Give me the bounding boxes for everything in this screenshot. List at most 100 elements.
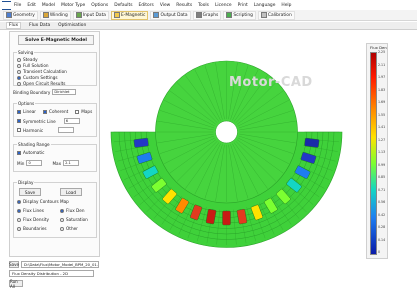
- display-radio[interactable]: [17, 199, 21, 204]
- toolbar-button-scripting[interactable]: Scripting: [223, 10, 256, 20]
- min-input[interactable]: 0: [26, 160, 43, 166]
- binding-boundary-label: Binding Boundary: [13, 89, 51, 95]
- menu-item-view[interactable]: View: [160, 3, 170, 8]
- option-checkbox-coherent[interactable]: [43, 109, 48, 114]
- toolbar-button-output-data[interactable]: Output Data: [150, 10, 191, 20]
- menu-item-help[interactable]: Help: [281, 3, 291, 8]
- map-label: Map: [60, 199, 69, 204]
- symmetric-line-checkbox[interactable]: [17, 119, 21, 123]
- menu-item-edit[interactable]: Edit: [27, 3, 36, 8]
- map-option-0: Flux Den: [60, 208, 85, 213]
- harmonic-checkbox[interactable]: [17, 128, 21, 132]
- scale-tick-label: 0.71: [378, 187, 386, 192]
- menu-item-licence[interactable]: Licence: [215, 3, 232, 8]
- motor-cad-watermark: Motor-CAD: [229, 75, 313, 90]
- scale-tick-label: 0: [378, 250, 381, 254]
- toolbar-label: Scripting: [233, 12, 253, 18]
- max-input[interactable]: 2.1: [63, 160, 80, 166]
- toolbar-button-input-data[interactable]: Input Data: [72, 10, 109, 20]
- scale-tick-label: 1.69: [378, 100, 386, 104]
- display-option-1: Flux Lines: [17, 208, 44, 213]
- motor-cross-section: [110, 60, 343, 248]
- toolbar-icon: [260, 12, 267, 18]
- display-load-button[interactable]: Load: [60, 188, 82, 196]
- solve-model-button[interactable]: Solve E-Magnetic Model: [18, 35, 94, 45]
- scale-gradient-bar: [370, 52, 377, 255]
- menu-item-options[interactable]: Options: [91, 3, 108, 8]
- toolbar-button-calibration[interactable]: Calibration: [257, 10, 295, 20]
- symmetric-line-input[interactable]: 6: [63, 118, 80, 124]
- display-radio[interactable]: [17, 226, 21, 231]
- map-radio[interactable]: [60, 208, 64, 213]
- toolbar-label: Graphs: [202, 12, 219, 18]
- solving-group-label: Solving: [17, 50, 35, 55]
- menu-item-file[interactable]: File: [14, 3, 21, 8]
- toolbar-button-graphs[interactable]: Graphs: [192, 10, 222, 20]
- toolbar-button-winding[interactable]: Winding: [39, 10, 71, 20]
- solving-radio[interactable]: [17, 57, 21, 62]
- scale-tick-label: 1.83: [378, 87, 386, 92]
- menu-item-editors[interactable]: Editors: [139, 3, 154, 8]
- display-option-label: Flux Lines: [23, 208, 44, 213]
- display-radio[interactable]: [17, 208, 21, 213]
- tab-label: Flux Data: [29, 23, 51, 28]
- harmonic-input[interactable]: [58, 127, 75, 133]
- solving-radio[interactable]: [17, 69, 21, 74]
- display-mode-select[interactable]: Flux Density Distribution - 2D: [9, 270, 94, 277]
- solving-option-label: Custom Settings: [23, 75, 58, 80]
- file-path-field[interactable]: D:\Data\Flux\Motor_Model_BPM_20_01.mot: [21, 261, 99, 268]
- binding-boundary-select[interactable]: Dirichlet: [52, 89, 77, 95]
- toolbar-icon: [42, 12, 49, 18]
- tab-optimisation[interactable]: Optimisation: [58, 23, 86, 28]
- solving-radio[interactable]: [17, 81, 21, 86]
- toolbar-button-geometry[interactable]: Geometry: [3, 10, 38, 20]
- solving-radio[interactable]: [17, 63, 21, 68]
- display-option-3: Boundaries: [17, 226, 47, 231]
- tab-flux[interactable]: Flux: [6, 22, 22, 29]
- map-option-label: Saturation: [66, 217, 88, 222]
- scale-tick-label: 0.99: [378, 162, 386, 167]
- map-option-label: Flux Den: [66, 208, 85, 213]
- toolbar-icon: [6, 12, 12, 18]
- scale-tick-label: 1.97: [378, 75, 386, 79]
- flux-plot-canvas[interactable]: Motor-CAD: [101, 31, 354, 257]
- min-max-row: Min 0 Max 2.1: [17, 160, 80, 166]
- menu-item-language[interactable]: Language: [254, 3, 276, 8]
- scale-tick-label: 2.11: [378, 62, 386, 67]
- menu-item-tools[interactable]: Tools: [198, 3, 209, 8]
- toolbar-label: E-Magnetic: [120, 12, 146, 18]
- scale-tick-label: 2.25: [378, 50, 386, 54]
- shaft: [215, 120, 238, 144]
- file-save-button[interactable]: Save: [9, 261, 19, 268]
- shading-range-group: Shading Range Automatic Min 0 Max 2.1: [13, 142, 97, 172]
- menu-item-results[interactable]: Results: [176, 3, 192, 8]
- menu-item-motor-type[interactable]: Motor Type: [61, 3, 85, 8]
- solving-option-0: Steady: [17, 57, 38, 62]
- toolbar-button-e-magnetic[interactable]: E-Magnetic: [110, 10, 149, 20]
- map-option-label: Other: [66, 226, 78, 231]
- menu-item-model[interactable]: Model: [42, 3, 55, 8]
- map-radio[interactable]: [60, 217, 64, 222]
- display-radio[interactable]: [17, 217, 21, 222]
- solving-radio[interactable]: [17, 75, 21, 80]
- harmonic-row: Harmonic: [17, 127, 75, 133]
- automatic-checkbox[interactable]: [17, 150, 21, 155]
- display-save-button[interactable]: Save: [19, 188, 41, 196]
- menu-item-defaults[interactable]: Defaults: [114, 3, 132, 8]
- tab-flux-data[interactable]: Flux Data: [29, 23, 50, 28]
- toolbar-icon: [195, 12, 202, 18]
- symmetric-line-label: Symmetric Line: [23, 118, 56, 124]
- solving-option-3: Custom Settings: [17, 75, 58, 80]
- menu-item-print[interactable]: Print: [238, 3, 248, 8]
- magnet-slot: [222, 210, 231, 226]
- map-option-1: Saturation: [60, 217, 88, 222]
- menu-bar: File Edit Model Motor Type Options Defaults Ed…: [0, 2, 417, 9]
- toolbar-icon: [226, 12, 233, 18]
- option-checkbox-linear[interactable]: [17, 109, 21, 114]
- symmetric-line-row: Symmetric Line 6: [17, 118, 80, 124]
- option-checkbox-maps[interactable]: [75, 109, 80, 114]
- run-button[interactable]: Run All: [9, 279, 23, 289]
- map-radio[interactable]: [60, 226, 64, 231]
- map-option-2: Other: [60, 226, 78, 231]
- toolbar-icon: [113, 12, 120, 18]
